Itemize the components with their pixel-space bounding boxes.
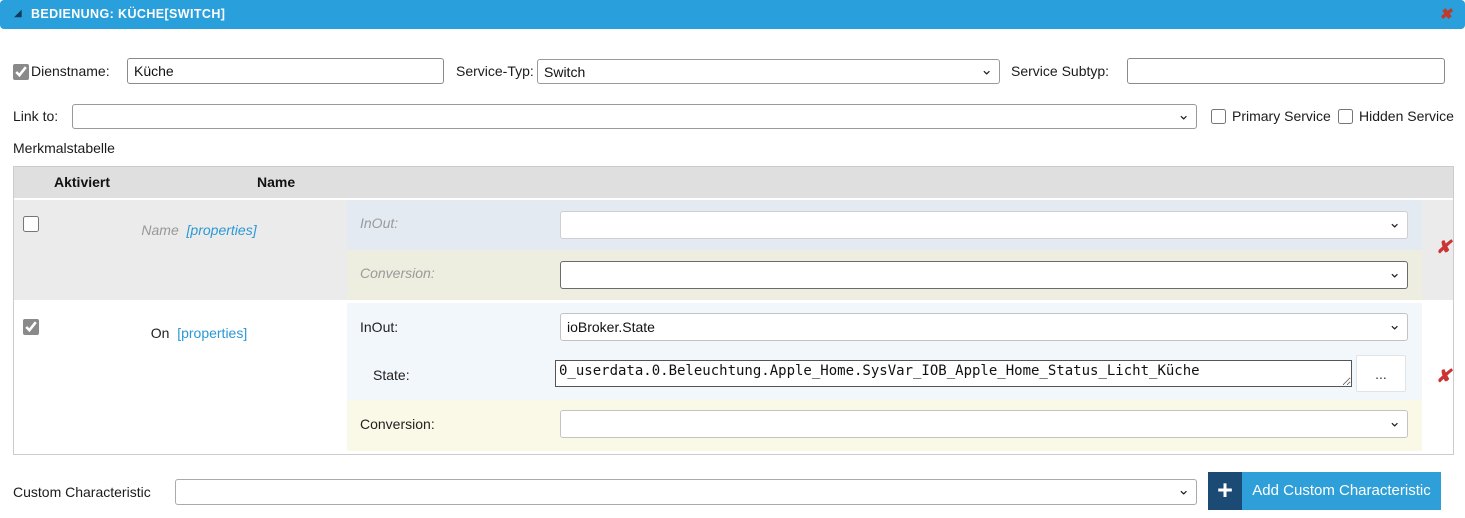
characteristic-name: Name — [141, 222, 179, 238]
plus-icon[interactable]: + — [1208, 472, 1242, 510]
row-name-title: Name [properties] — [114, 222, 284, 238]
custom-characteristic-select[interactable]: ⌄ — [175, 479, 1197, 505]
link-to-label: Link to: — [13, 108, 59, 124]
conversion-label: Conversion: — [360, 416, 435, 432]
close-icon[interactable]: ✖ — [1439, 5, 1452, 23]
dienstname-input[interactable] — [127, 58, 444, 84]
row-name-enable-checkbox[interactable] — [23, 216, 39, 232]
primary-service-checkbox[interactable] — [1211, 109, 1226, 124]
row-on-enable-checkbox[interactable] — [23, 319, 39, 335]
table-header-row: Aktiviert Name — [14, 167, 1453, 198]
service-typ-select[interactable]: Switch ⌄ — [537, 59, 1000, 84]
inout-select[interactable]: ⌄ — [560, 211, 1408, 239]
dienstname-label: Dienstname: — [31, 63, 110, 79]
inout-select[interactable]: ioBroker.State ⌄ — [560, 313, 1408, 341]
delete-row-icon[interactable]: ✘ — [1436, 238, 1451, 256]
delete-row-icon[interactable]: ✘ — [1436, 367, 1451, 385]
service-subtyp-input[interactable] — [1127, 58, 1445, 84]
collapse-triangle-icon[interactable]: ◢ — [14, 9, 22, 19]
dienstname-checkbox[interactable] — [13, 64, 29, 80]
table-row-name: Name [properties] InOut: ⌄ Conversion: ⌄… — [14, 200, 1453, 300]
hidden-service-checkbox[interactable] — [1338, 109, 1353, 124]
properties-link[interactable]: [properties] — [177, 325, 247, 341]
column-header-name: Name — [257, 174, 296, 190]
panel-title: BEDIENUNG: KÜCHE[SWITCH] — [31, 7, 226, 21]
row-on-title: On [properties] — [114, 325, 284, 341]
inout-label: InOut: — [360, 215, 399, 231]
service-typ-label: Service-Typ: — [456, 63, 534, 79]
column-header-aktiviert: Aktiviert — [54, 174, 111, 190]
characteristics-table-caption: Merkmalstabelle — [13, 140, 115, 156]
properties-link[interactable]: [properties] — [187, 222, 257, 238]
hidden-service-label: Hidden Service — [1359, 108, 1454, 124]
characteristic-name: On — [150, 325, 170, 341]
conversion-select[interactable]: ⌄ — [560, 261, 1408, 289]
table-row-on: On [properties] InOut: ioBroker.State ⌄ … — [14, 303, 1453, 454]
state-label: State: — [373, 367, 410, 383]
conversion-select[interactable]: ⌄ — [560, 410, 1408, 438]
add-custom-characteristic-button[interactable]: Add Custom Characteristic — [1242, 472, 1441, 510]
state-browse-button[interactable]: ... — [1356, 355, 1406, 392]
characteristics-table: Aktiviert Name Name [properties] InOut: … — [13, 166, 1454, 455]
link-to-select[interactable]: ⌄ — [72, 104, 1197, 129]
inout-label: InOut: — [360, 319, 399, 335]
state-input[interactable]: 0_userdata.0.Beleuchtung.Apple_Home.SysV… — [555, 360, 1352, 387]
custom-characteristic-label: Custom Characteristic — [13, 484, 151, 500]
service-config-panel: ◢ BEDIENUNG: KÜCHE[SWITCH] ✖ Dienstname:… — [0, 0, 1465, 518]
service-subtyp-label: Service Subtyp: — [1011, 63, 1110, 79]
panel-title-bar[interactable]: ◢ BEDIENUNG: KÜCHE[SWITCH] ✖ — [0, 0, 1465, 29]
conversion-label: Conversion: — [360, 265, 435, 281]
primary-service-label: Primary Service — [1232, 108, 1331, 124]
